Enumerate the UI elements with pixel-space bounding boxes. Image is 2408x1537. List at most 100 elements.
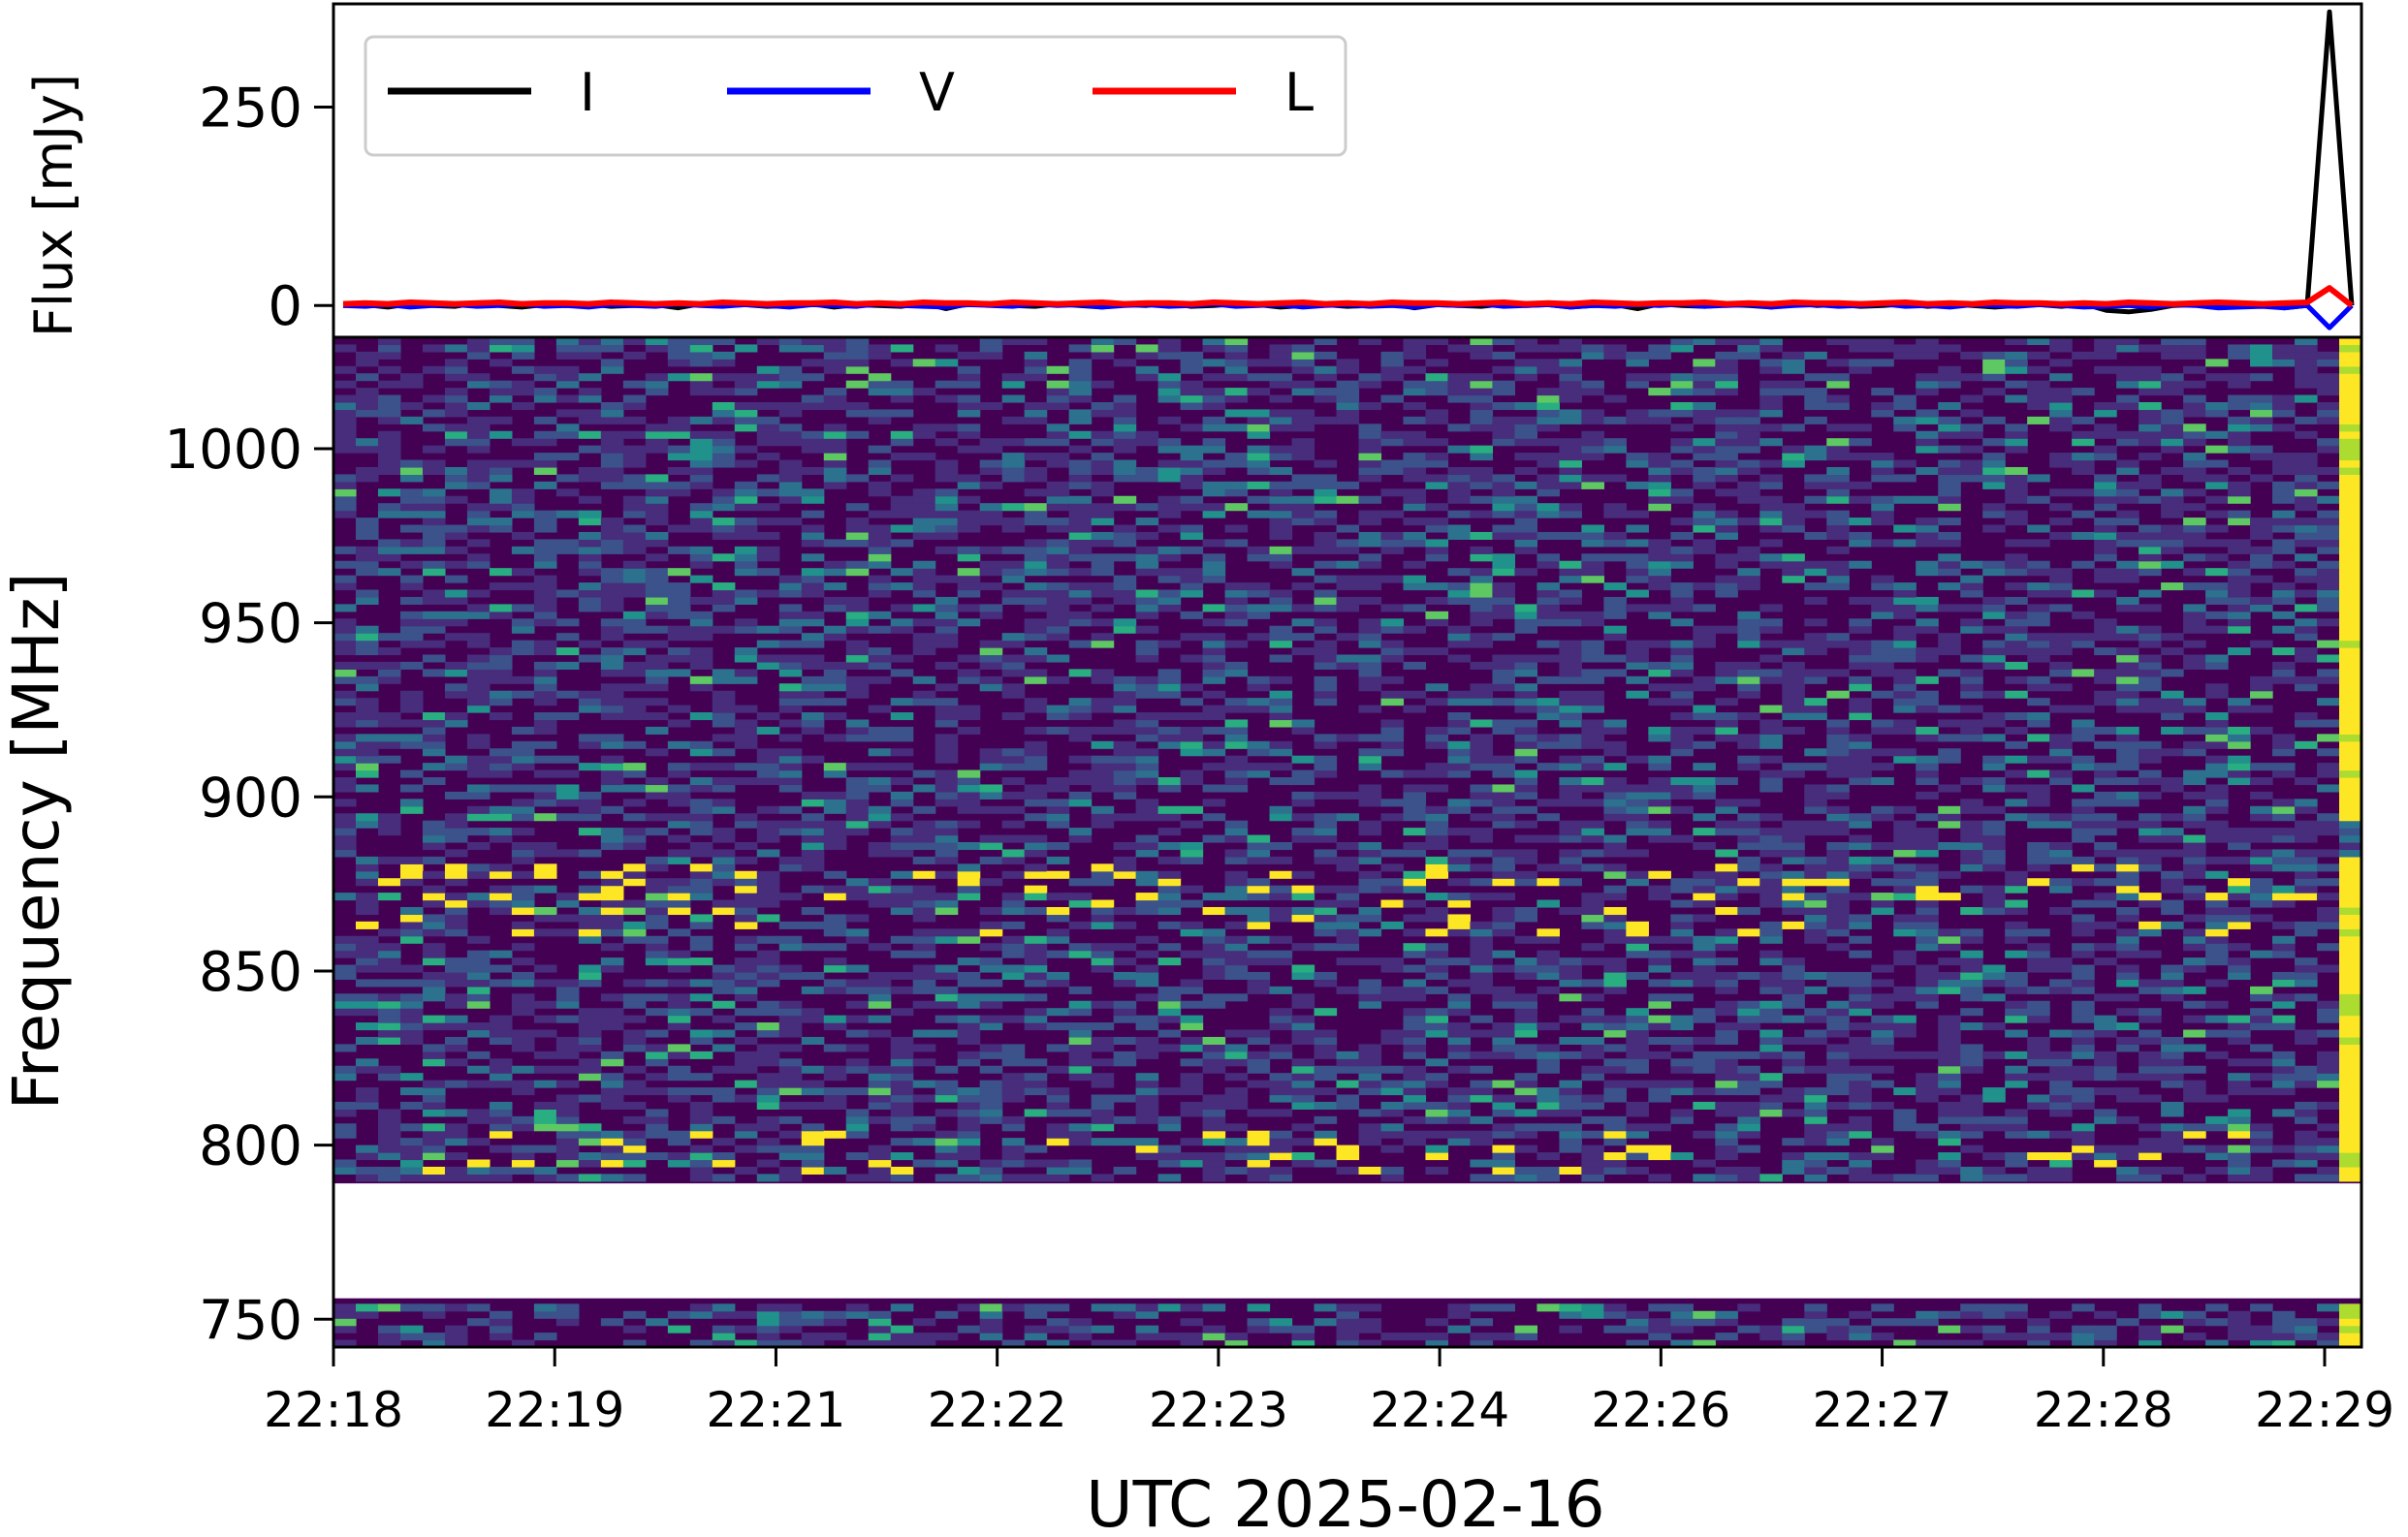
heatmap-cell [1425, 726, 1449, 735]
heatmap-cell [689, 1310, 713, 1319]
heatmap-cell [957, 430, 981, 439]
heatmap-cell [712, 870, 736, 879]
heatmap-cell [1871, 654, 1894, 663]
heatmap-cell [1224, 705, 1249, 713]
heatmap-cell [1759, 935, 1783, 944]
heatmap-cell [645, 611, 669, 619]
heatmap-cell [511, 799, 535, 807]
heatmap-cell [1893, 914, 1917, 923]
heatmap-cell [578, 791, 602, 800]
heatmap-cell [1514, 466, 1538, 476]
heatmap-cell [1001, 1087, 1026, 1096]
heatmap-cell [868, 488, 892, 497]
heatmap-cell [868, 466, 892, 476]
heatmap-cell [444, 755, 468, 764]
heatmap-cell [511, 763, 535, 771]
heatmap-cell [578, 568, 602, 577]
heatmap-cell [466, 518, 491, 526]
heatmap-cell [1871, 640, 1894, 648]
heatmap-cell [667, 351, 691, 360]
heatmap-cell [935, 683, 959, 692]
heatmap-cell [355, 878, 379, 887]
heatmap-cell [1447, 979, 1472, 988]
heatmap-cell [1670, 466, 1694, 476]
heatmap-cell [444, 466, 468, 476]
heatmap-cell [1715, 1022, 1738, 1031]
heatmap-cell [555, 899, 580, 908]
heatmap-cell [1715, 1123, 1738, 1132]
heatmap-cell [1224, 993, 1249, 1002]
heatmap-cell [1068, 1044, 1093, 1052]
heatmap-cell [801, 1008, 825, 1017]
heatmap-cell [957, 474, 981, 483]
heatmap-cell [1403, 647, 1427, 656]
heatmap-cell [444, 344, 468, 353]
heatmap-cell [1871, 582, 1894, 591]
heatmap-cell [1849, 856, 1872, 864]
heatmap-cell [533, 611, 557, 619]
heatmap-cell [1581, 849, 1604, 858]
heatmap-cell [422, 914, 446, 923]
heatmap-cell [868, 1115, 892, 1124]
heatmap-cell [1157, 899, 1182, 908]
heatmap-cell [645, 914, 669, 923]
heatmap-cell [399, 928, 424, 937]
heatmap-cell [1626, 971, 1649, 981]
heatmap-cell [1403, 964, 1427, 973]
heatmap-cell [1648, 560, 1671, 569]
heatmap-cell [511, 618, 535, 627]
heatmap-cell [823, 669, 847, 677]
heatmap-cell [1001, 1080, 1026, 1088]
heatmap-cell [1670, 971, 1694, 981]
heatmap-cell [1001, 1145, 1026, 1153]
heatmap-cell [1537, 604, 1560, 612]
heatmap-cell [1871, 503, 1894, 512]
heatmap-cell [667, 604, 691, 612]
heatmap-cell [600, 1145, 624, 1153]
heatmap-cell [1670, 1065, 1694, 1074]
heatmap-cell [1403, 1029, 1427, 1038]
heatmap-cell [1938, 518, 1961, 526]
heatmap-cell [1492, 474, 1516, 483]
heatmap-cell [466, 755, 491, 764]
heatmap-cell [1269, 1044, 1293, 1052]
heatmap-cell [1135, 1109, 1159, 1117]
heatmap-cell [1336, 633, 1360, 642]
heatmap-cell [1826, 560, 1850, 569]
heatmap-cell [399, 1022, 424, 1031]
heatmap-cell [466, 863, 491, 872]
heatmap-cell [1938, 842, 1961, 851]
heatmap-cell [1380, 849, 1405, 858]
heatmap-cell [399, 373, 424, 382]
heatmap-cell [1871, 518, 1894, 526]
heatmap-cell [1782, 503, 1805, 512]
heatmap-cell [399, 1174, 424, 1182]
heatmap-cell [979, 921, 1003, 929]
heatmap-cell [1291, 495, 1315, 504]
heatmap-cell [377, 438, 401, 447]
heatmap-cell [333, 488, 357, 497]
heatmap-cell [689, 763, 713, 771]
heatmap-cell [489, 488, 513, 497]
heatmap-cell [1670, 928, 1694, 937]
heatmap-cell [422, 1130, 446, 1139]
heatmap-cell [355, 568, 379, 577]
heatmap-cell [1247, 423, 1271, 432]
heatmap-cell [1447, 878, 1472, 887]
heatmap-cell [689, 647, 713, 656]
heatmap-cell [823, 445, 847, 454]
heatmap-cell [1180, 531, 1204, 540]
heatmap-cell [1759, 849, 1783, 858]
heatmap-cell [1581, 568, 1604, 577]
heatmap-cell [1091, 589, 1115, 598]
heatmap-cell [1247, 1036, 1271, 1045]
heatmap-cell [1046, 553, 1070, 562]
heatmap-cell [645, 423, 669, 432]
heatmap-cell [1715, 698, 1738, 706]
heatmap-cell [778, 1044, 803, 1052]
heatmap-cell [1514, 1044, 1538, 1052]
heatmap-cell [1938, 481, 1961, 489]
heatmap-cell [1737, 640, 1760, 648]
heatmap-cell [1135, 1051, 1159, 1059]
heatmap-cell [1336, 380, 1360, 389]
